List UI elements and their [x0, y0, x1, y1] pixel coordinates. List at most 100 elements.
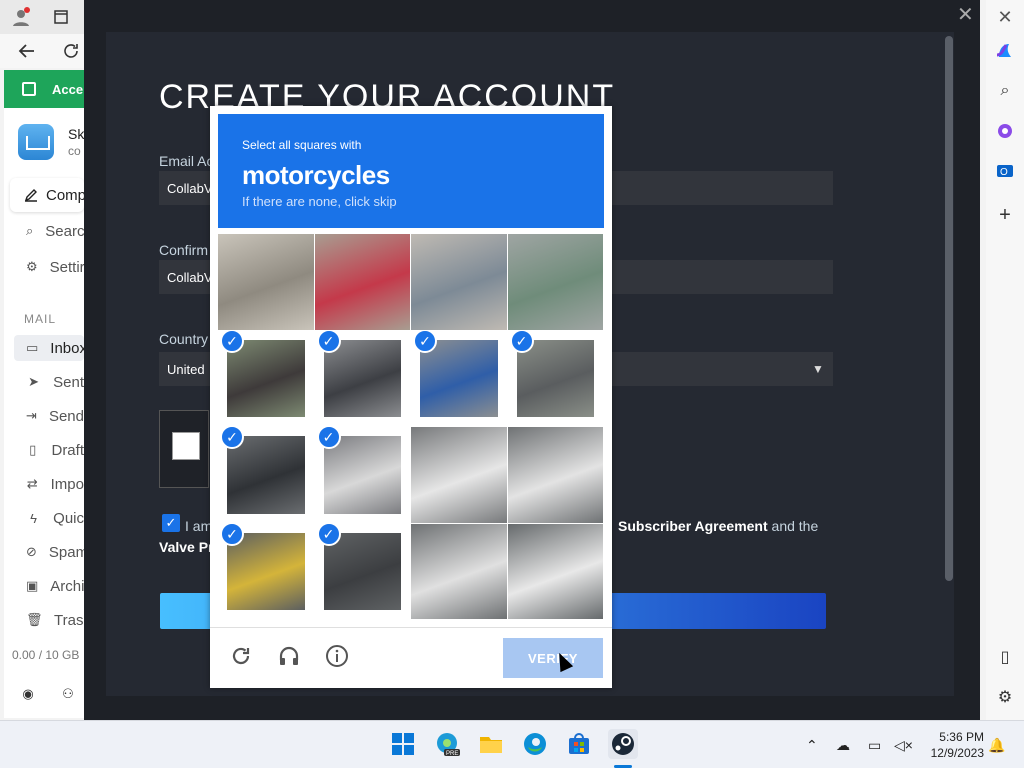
sidebar-item-label: Spam: [48, 543, 89, 561]
sent-icon: ➤: [28, 374, 40, 389]
captcha-tile[interactable]: [411, 427, 507, 523]
clock-time: 5:36 PM: [939, 730, 984, 744]
network-icon[interactable]: ▭: [868, 737, 881, 754]
captcha-tile-image: [411, 427, 507, 523]
sidebar-toggle-icon[interactable]: ▯: [994, 646, 1016, 668]
add-icon[interactable]: +: [994, 204, 1016, 226]
gear-icon[interactable]: ⚙: [994, 686, 1016, 708]
captcha-tile[interactable]: ✓: [315, 330, 411, 427]
tab-actions-icon[interactable]: [50, 6, 72, 28]
close-icon[interactable]: ✕: [994, 6, 1016, 28]
captcha-tile[interactable]: [507, 427, 603, 523]
taskbar: PRE ⌃ ☁ ▭ ◁× 5:36 PM 12/9/2023 🔔: [0, 720, 1024, 768]
audio-challenge-icon[interactable]: [275, 644, 303, 672]
captcha-tile[interactable]: ✓: [411, 330, 507, 427]
email-app-sidebar: Acce Sk co Comp ⌕ Searc ⚙ Settir MAIL ▭ Inb…: [4, 70, 92, 718]
sidebar-item-spam[interactable]: ⊘ Spam: [14, 539, 88, 565]
windows-start-icon[interactable]: [390, 731, 416, 757]
sidebar-item-quick[interactable]: ϟ Quic: [14, 505, 84, 531]
challenge-header: Select all squares with motorcycles If t…: [218, 114, 604, 228]
onedrive-off-icon[interactable]: ☁: [836, 737, 850, 754]
captcha-tile[interactable]: [411, 234, 507, 330]
sidebar-item-drafts[interactable]: ▯ Draft: [14, 437, 84, 463]
volume-muted-icon[interactable]: ◁×: [894, 737, 913, 754]
challenge-instruction: Select all squares with: [242, 138, 362, 152]
captcha-tile[interactable]: [507, 234, 603, 330]
agree-checkbox[interactable]: ✓: [162, 514, 180, 532]
captcha-tile[interactable]: ✓: [315, 427, 411, 523]
settings-menu[interactable]: ⚙ Settir: [14, 254, 85, 280]
copilot-icon[interactable]: [994, 40, 1016, 62]
privacy-policy-link[interactable]: Valve Pr: [159, 539, 214, 555]
captcha-tile[interactable]: [218, 234, 314, 330]
notification-bell-icon[interactable]: 🔔: [988, 737, 1005, 754]
confirm-email-label: Confirm: [159, 242, 209, 258]
clock[interactable]: 5:36 PM 12/9/2023: [920, 729, 984, 761]
captcha-tile-image: [420, 339, 498, 417]
sidebar-item-inbox[interactable]: ▭ Inbox: [14, 335, 87, 361]
profile-icon[interactable]: [10, 6, 32, 28]
email-value: CollabV: [167, 180, 213, 196]
sidebar-item-sent[interactable]: ➤ Sent: [14, 369, 84, 395]
store-icon[interactable]: [566, 731, 592, 757]
account-bar[interactable]: Acce: [4, 70, 84, 108]
subscriber-agreement-link[interactable]: Subscriber Agreement: [618, 518, 768, 534]
challenge-target: motorcycles: [242, 160, 390, 190]
captcha-tile[interactable]: ✓: [508, 330, 604, 427]
footer-divider: [210, 627, 612, 628]
selected-check-icon: ✓: [316, 330, 341, 353]
sidebar-item-archive[interactable]: ▣ Archi: [14, 573, 84, 599]
account-circle-icon[interactable]: ◉: [18, 684, 38, 704]
sidebar-item-send-later[interactable]: ⇥ Send: [14, 403, 84, 429]
edge-preview-icon[interactable]: PRE: [434, 731, 460, 757]
outlook-icon[interactable]: O: [994, 160, 1016, 182]
search-menu[interactable]: ⌕ Searc: [14, 218, 84, 244]
steam-icon[interactable]: [608, 729, 638, 759]
chevron-down-icon: ▼: [812, 362, 824, 376]
svg-text:O: O: [1000, 167, 1008, 178]
compose-button[interactable]: Comp: [10, 178, 86, 212]
selected-check-icon: ✓: [220, 523, 244, 546]
reload-icon[interactable]: [227, 644, 255, 672]
sidebar-item-label: Archi: [50, 577, 85, 595]
search-icon[interactable]: ⌕: [994, 80, 1016, 102]
captcha-tile-image: [323, 436, 401, 514]
captcha-tile[interactable]: ✓: [218, 523, 314, 620]
info-icon[interactable]: [323, 644, 351, 672]
selected-check-icon: ✓: [316, 523, 341, 546]
captcha-tile-image: [227, 436, 305, 514]
mail-app-logo: [18, 124, 54, 160]
chevron-up-icon[interactable]: ⌃: [806, 737, 818, 754]
image-grid: ✓ ✓ ✓ ✓ ✓ ✓ ✓ ✓: [218, 234, 604, 620]
captcha-tile-image: [314, 234, 410, 330]
captcha-tile-image: [218, 234, 314, 330]
captcha-tile[interactable]: [411, 523, 507, 619]
sidebar-item-trash[interactable]: 🗑 Trash: [14, 607, 92, 633]
account-label: Acce: [52, 81, 84, 97]
close-icon[interactable]: ✕: [957, 5, 975, 25]
file-explorer-icon[interactable]: [478, 731, 504, 757]
captcha-tile[interactable]: [314, 234, 410, 330]
office-icon[interactable]: [994, 120, 1016, 142]
country-value: United: [167, 361, 205, 377]
captcha-tile[interactable]: [507, 523, 603, 619]
browser-side-panel: ✕ ⌕ O + ▯ ⚙: [986, 0, 1024, 720]
add-contact-icon[interactable]: ⚇: [58, 684, 78, 704]
captcha-tile[interactable]: ✓: [315, 523, 411, 620]
selected-check-icon: ✓: [316, 427, 341, 449]
edge-icon[interactable]: [522, 731, 548, 757]
sidebar-item-important[interactable]: ⇄ Impo: [14, 471, 84, 497]
captcha-tile[interactable]: ✓: [218, 330, 314, 427]
captcha-tile-image: [507, 234, 603, 330]
search-icon: ⌕: [26, 223, 34, 238]
agree-text-rest: and the: [767, 518, 819, 534]
agree-text: I am: [185, 518, 213, 534]
archive-icon: ▣: [26, 578, 39, 593]
app-subtitle: co: [68, 144, 81, 158]
refresh-icon[interactable]: [60, 40, 82, 62]
recaptcha-checkbox[interactable]: [172, 432, 200, 460]
modal-scrollbar[interactable]: [945, 36, 953, 581]
captcha-tile[interactable]: ✓: [218, 427, 314, 523]
sidebar-item-label: Draft: [51, 441, 84, 459]
back-icon[interactable]: [16, 40, 38, 62]
